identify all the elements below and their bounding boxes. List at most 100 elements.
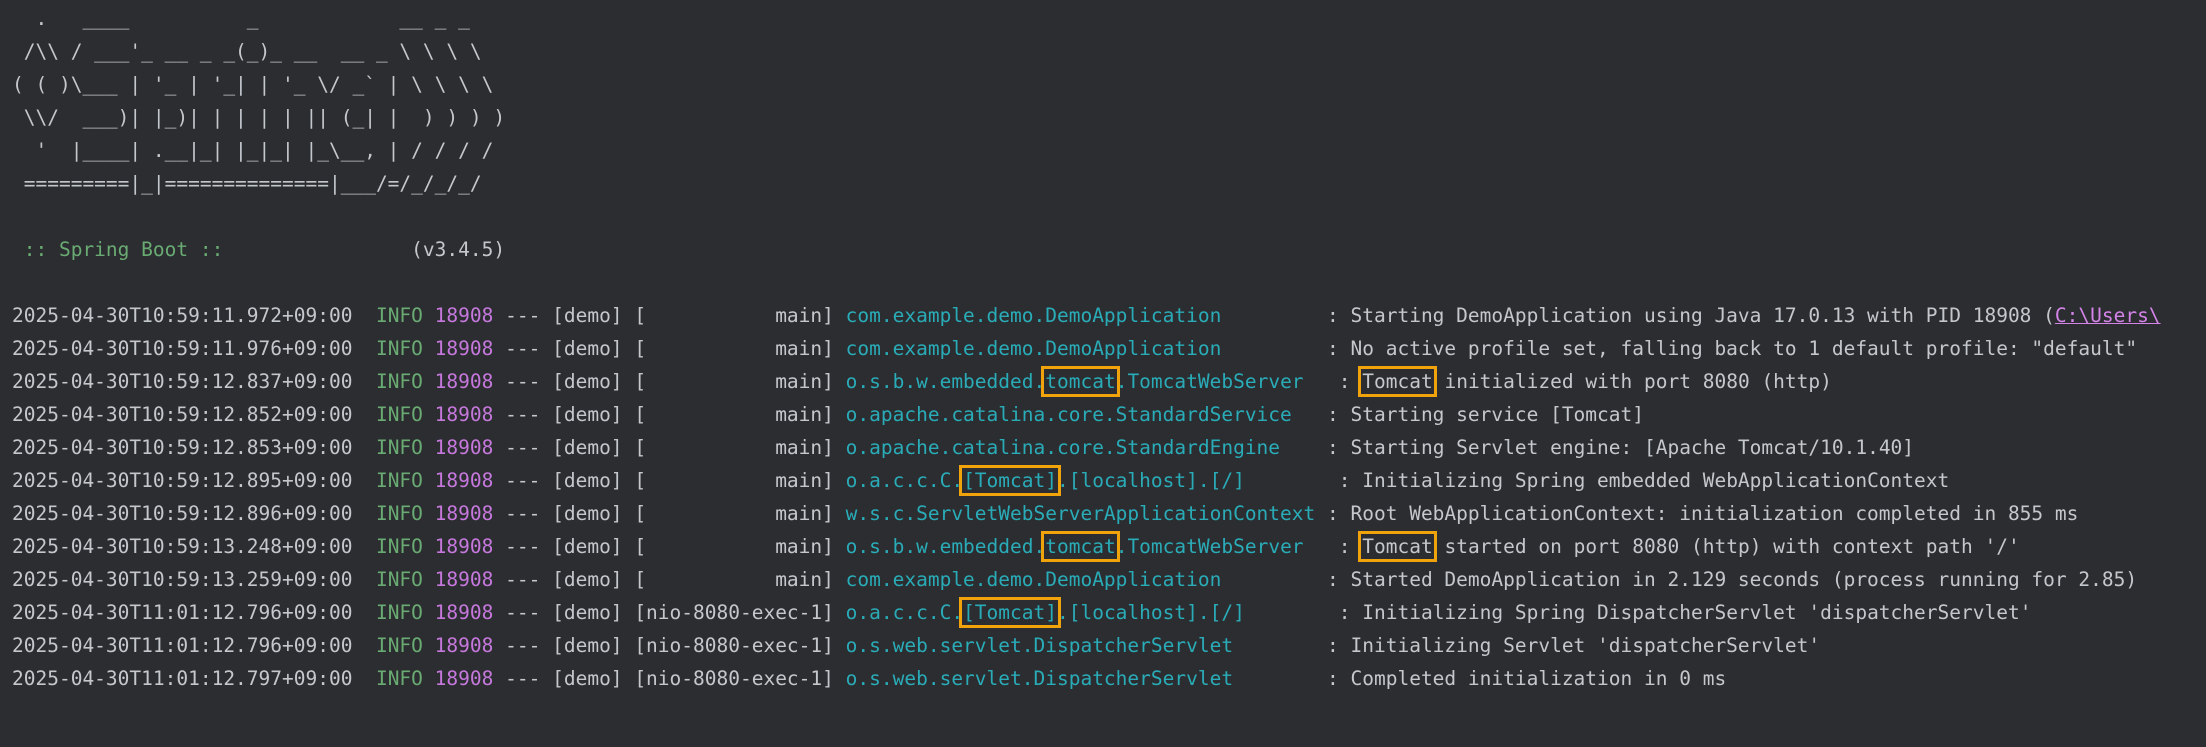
- log-logger: o.s.b.w.embedded.tomcat.TomcatWebServer: [845, 531, 1304, 562]
- log-logger-highlight: [Tomcat]: [959, 597, 1061, 628]
- log-logger: o.a.c.c.C.[Tomcat].[localhost].[/]: [846, 597, 1245, 628]
- log-logger-prefix: com.example.demo.DemoApplication: [845, 337, 1222, 360]
- log-thread: [ main]: [634, 370, 834, 393]
- log-separator: ---: [505, 634, 541, 657]
- log-level: INFO: [375, 568, 423, 591]
- log-thread: [nio-8080-exec-1]: [634, 634, 834, 657]
- log-app: [demo]: [552, 568, 623, 591]
- log-timestamp: 2025-04-30T10:59:12.896+09:00: [12, 502, 353, 525]
- log-pid: 18908: [434, 304, 494, 327]
- log-app: [demo]: [552, 436, 623, 459]
- log-pid: 18908: [434, 568, 494, 591]
- log-timestamp: 2025-04-30T10:59:11.976+09:00: [12, 337, 353, 360]
- log-logger-padding: [1221, 337, 1315, 360]
- spring-boot-version-line: :: Spring Boot :: (v3.4.5): [12, 233, 2206, 266]
- log-app: [demo]: [552, 634, 623, 657]
- log-line: 2025-04-30T10:59:12.895+09:00 INFO 18908…: [12, 465, 1950, 496]
- log-timestamp: 2025-04-30T10:59:11.972+09:00: [12, 304, 353, 327]
- log-app: [demo]: [552, 667, 623, 690]
- log-line: 2025-04-30T11:01:12.796+09:00 INFO 18908…: [12, 597, 2032, 628]
- log-thread: [ main]: [634, 436, 834, 459]
- log-thread: [ main]: [634, 403, 834, 426]
- log-message: Starting DemoApplication using Java 17.0…: [1350, 304, 2055, 327]
- log-message: Starting service [Tomcat]: [1350, 403, 1645, 426]
- log-separator: ---: [505, 337, 541, 360]
- log-line: 2025-04-30T10:59:12.852+09:00 INFO 18908…: [12, 403, 1645, 426]
- log-lines: 2025-04-30T10:59:11.972+09:00 INFO 18908…: [12, 299, 2206, 695]
- log-separator: ---: [505, 535, 541, 558]
- log-app: [demo]: [552, 601, 623, 624]
- log-timestamp: 2025-04-30T10:59:12.852+09:00: [12, 403, 353, 426]
- log-message: Completed initialization in 0 ms: [1350, 667, 1727, 690]
- log-line: 2025-04-30T10:59:12.896+09:00 INFO 18908…: [12, 502, 2079, 525]
- log-logger-highlight: tomcat: [1041, 366, 1120, 397]
- log-message: Initializing Spring embedded WebApplicat…: [1362, 469, 1950, 492]
- log-separator: ---: [505, 304, 541, 327]
- log-line: 2025-04-30T11:01:12.797+09:00 INFO 18908…: [12, 667, 1727, 690]
- log-logger-padding: [1221, 304, 1315, 327]
- log-logger-prefix: com.example.demo.DemoApplication: [845, 568, 1222, 591]
- log-pid: 18908: [434, 634, 494, 657]
- log-message: Starting Servlet engine: [Apache Tomcat/…: [1350, 436, 1915, 459]
- log-pid: 18908: [434, 370, 494, 393]
- log-file-link[interactable]: C:\Users\: [2055, 304, 2161, 327]
- log-logger-padding: [1233, 634, 1315, 657]
- log-separator: ---: [505, 469, 541, 492]
- log-pid: 18908: [434, 535, 494, 558]
- log-message: initialized with port 8080 (http): [1432, 370, 1832, 393]
- log-pid: 18908: [434, 403, 494, 426]
- log-logger-highlight: tomcat: [1041, 531, 1120, 562]
- log-line: 2025-04-30T10:59:12.837+09:00 INFO 18908…: [12, 366, 1832, 397]
- log-level: INFO: [375, 469, 423, 492]
- banner-line: . ____ _ __ _ _: [12, 7, 470, 30]
- log-separator: ---: [505, 403, 541, 426]
- spring-boot-tag: :: Spring Boot ::: [12, 238, 236, 261]
- log-logger-highlight: [Tomcat]: [959, 465, 1061, 496]
- log-line: 2025-04-30T10:59:13.248+09:00 INFO 18908…: [12, 531, 2020, 562]
- log-app: [demo]: [552, 337, 623, 360]
- log-level: INFO: [375, 634, 423, 657]
- log-line: 2025-04-30T10:59:12.853+09:00 INFO 18908…: [12, 436, 1915, 459]
- log-logger-padding: [1233, 667, 1315, 690]
- log-timestamp: 2025-04-30T10:59:13.259+09:00: [12, 568, 353, 591]
- log-logger-suffix: .[localhost].[/]: [1056, 469, 1245, 492]
- log-logger: com.example.demo.DemoApplication: [846, 337, 1222, 360]
- log-logger-padding: [1280, 436, 1315, 459]
- log-level: INFO: [375, 337, 423, 360]
- log-level: INFO: [375, 403, 423, 426]
- log-pid: 18908: [434, 436, 494, 459]
- log-separator: ---: [505, 370, 541, 393]
- log-level: INFO: [375, 370, 423, 393]
- log-logger-padding: [1245, 469, 1327, 492]
- log-pid: 18908: [434, 337, 494, 360]
- log-logger-padding: [1221, 568, 1315, 591]
- log-line: 2025-04-30T10:59:13.259+09:00 INFO 18908…: [12, 568, 2138, 591]
- log-logger-padding: [1245, 601, 1327, 624]
- log-separator: ---: [505, 502, 541, 525]
- log-logger-padding: [1292, 403, 1315, 426]
- log-app: [demo]: [552, 370, 623, 393]
- log-logger-prefix: o.a.c.c.C.: [845, 469, 964, 492]
- log-timestamp: 2025-04-30T11:01:12.797+09:00: [12, 667, 353, 690]
- log-level: INFO: [375, 304, 423, 327]
- log-logger-prefix: o.s.b.w.embedded.: [845, 535, 1046, 558]
- log-line: 2025-04-30T10:59:11.976+09:00 INFO 18908…: [12, 337, 2138, 360]
- log-line: 2025-04-30T11:01:12.796+09:00 INFO 18908…: [12, 634, 1821, 657]
- log-app: [demo]: [552, 403, 623, 426]
- console-output[interactable]: . ____ _ __ _ _ /\\ / ___'_ __ _ _(_)_ _…: [12, 2, 2206, 695]
- banner-line: \\/ ___)| |_)| | | | | || (_| | ) ) ) ): [12, 106, 506, 129]
- log-message: Root WebApplicationContext: initializati…: [1350, 502, 2079, 525]
- log-logger: o.s.web.servlet.DispatcherServlet: [846, 634, 1233, 657]
- log-timestamp: 2025-04-30T10:59:12.853+09:00: [12, 436, 353, 459]
- log-logger: o.s.web.servlet.DispatcherServlet: [846, 667, 1233, 690]
- log-logger-prefix: o.s.web.servlet.DispatcherServlet: [845, 634, 1234, 657]
- log-thread: [ main]: [634, 337, 834, 360]
- log-thread: [ main]: [634, 304, 834, 327]
- log-separator: ---: [505, 436, 541, 459]
- log-timestamp: 2025-04-30T11:01:12.796+09:00: [12, 601, 353, 624]
- log-logger: o.apache.catalina.core.StandardEngine: [846, 436, 1280, 459]
- log-logger-suffix: .TomcatWebServer: [1115, 535, 1304, 558]
- log-separator: ---: [505, 601, 541, 624]
- log-logger-suffix: .TomcatWebServer: [1115, 370, 1304, 393]
- log-logger: w.s.c.ServletWebServerApplicationContext: [846, 502, 1316, 525]
